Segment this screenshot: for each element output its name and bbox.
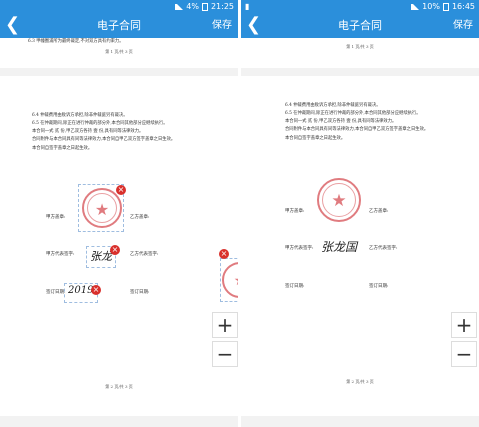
document-page-2: 6.4 仲裁费用由败诉方承担,除非仲裁庭另有裁决。 6.5 在仲裁期间,除正在进… [0,76,238,416]
zoom-in-button[interactable]: + [451,312,477,338]
clause-line: 6.4 仲裁费用由败诉方承担,除非仲裁庭另有裁决。 [32,113,128,118]
star-icon: ★ [94,200,110,219]
clause-line: 本合同自签字盖章之日起生效。 [32,146,93,151]
battery-icon [201,3,208,11]
label-party-a-seal: 甲方盖章: [46,215,66,220]
label-party-b-rep: 乙方代表签字: [130,252,159,257]
clause-line: 合同附件与本合同具有同等法律效力,本合同自甲乙双方签字盖章之日生效。 [32,137,176,142]
page-footer: 第 2 页/共 3 页 [105,384,133,389]
label-party-a-seal: 甲方盖章: [285,209,305,214]
title-bar: ❮ 电子合同 保存 [0,14,238,38]
label-sign-date-b: 签订日期: [369,284,389,289]
remove-seal-close-icon[interactable]: × [116,185,126,195]
handwritten-date[interactable]: 2019 [68,285,93,296]
clause-line: 6.5 在仲裁期间,除正在进行仲裁的部分外,本合同其他部分应继续执行。 [32,121,168,126]
status-icons: 4% 21:25 [175,0,234,14]
page-title: 电子合同 [97,19,141,32]
document-page-1: 第 1 页/共 3 页 [241,38,479,68]
page-footer: 第 1 页/共 3 页 [346,44,374,49]
clause-line: 6.4 仲裁费用由败诉方承担,除非仲裁庭另有裁决。 [285,103,381,108]
status-icons: 10% 16:45 [411,0,475,14]
label-sign-date-a: 签订日期: [46,290,66,295]
save-button[interactable]: 保存 [453,14,473,38]
signal-icon [175,4,184,10]
page-footer: 第 1 页/共 3 页 [105,49,133,54]
label-party-b-seal: 乙方盖章: [369,209,389,214]
handwritten-signature: 张龙国 [321,240,358,254]
star-icon: ★ [331,191,347,211]
status-bar: ▮ 10% 16:45 [241,0,479,14]
label-party-a-rep: 甲方代表签字: [285,246,314,251]
clause-line: 本合同自签字盖章之日起生效。 [285,136,346,141]
document-page-1: 6.3 甲幢圈浦所为最终裁定,不对双方具有约束力。 第 1 页/共 3 页 [0,38,238,68]
remove-seal-close-icon[interactable]: × [219,249,229,259]
signal-icon [411,4,420,10]
company-seal[interactable]: ★ [82,188,122,228]
zoom-out-button[interactable]: − [451,341,477,367]
zoom-out-button[interactable]: − [212,341,238,367]
left-screen: 4% 21:25 ❮ 电子合同 保存 6.3 甲幢圈浦所为最终裁定,不对双方具有… [0,0,238,427]
label-party-a-rep: 甲方代表签字: [46,252,75,257]
clause-line: 本合同一式 贰 份,甲乙双方各持 壹 份,具有同等法律效力。 [32,129,144,134]
label-party-b-seal: 乙方盖章: [130,215,150,220]
clause-line: 合同附件与本合同具有同等法律效力,本合同自甲乙双方签字盖章之日生效。 [285,127,429,132]
battery-level: 4% [186,2,199,11]
battery-level: 10% [422,2,440,11]
status-bar: 4% 21:25 [0,0,238,14]
right-screen: ▮ 10% 16:45 ❮ 电子合同 保存 第 1 页/共 3 页 6.4 仲裁… [241,0,479,427]
clause-line: 本合同一式 贰 份,甲乙双方各持 壹 份,具有同等法律效力。 [285,119,397,124]
star-icon: ★ [224,273,238,289]
title-bar: ❮ 电子合同 保存 [241,14,479,38]
page-title: 电子合同 [338,19,382,32]
zoom-in-button[interactable]: + [212,312,238,338]
handwritten-signature[interactable]: 张龙 [90,248,112,264]
remove-date-close-icon[interactable]: × [91,285,101,295]
clause-line: 6.5 在仲裁期间,除正在进行仲裁的部分外,本合同其他部分应继续执行。 [285,111,421,116]
remove-signature-close-icon[interactable]: × [110,245,120,255]
label-party-b-rep: 乙方代表签字: [369,246,398,251]
clause-6-3: 6.3 甲幢圈浦所为最终裁定,不对双方具有约束力。 [28,39,124,44]
battery-icon [442,3,449,11]
document-page-2: 6.4 仲裁费用由败诉方承担,除非仲裁庭另有裁决。 6.5 在仲裁期间,除正在进… [241,76,479,416]
page-footer: 第 2 页/共 3 页 [346,379,374,384]
notification-icon: ▮ [245,2,250,11]
company-seal: ★ [317,178,361,222]
clock: 16:45 [451,2,475,11]
save-button[interactable]: 保存 [212,14,232,38]
clock: 21:25 [210,2,234,11]
label-sign-date-b: 签订日期: [130,290,150,295]
label-sign-date-a: 签订日期: [285,284,305,289]
